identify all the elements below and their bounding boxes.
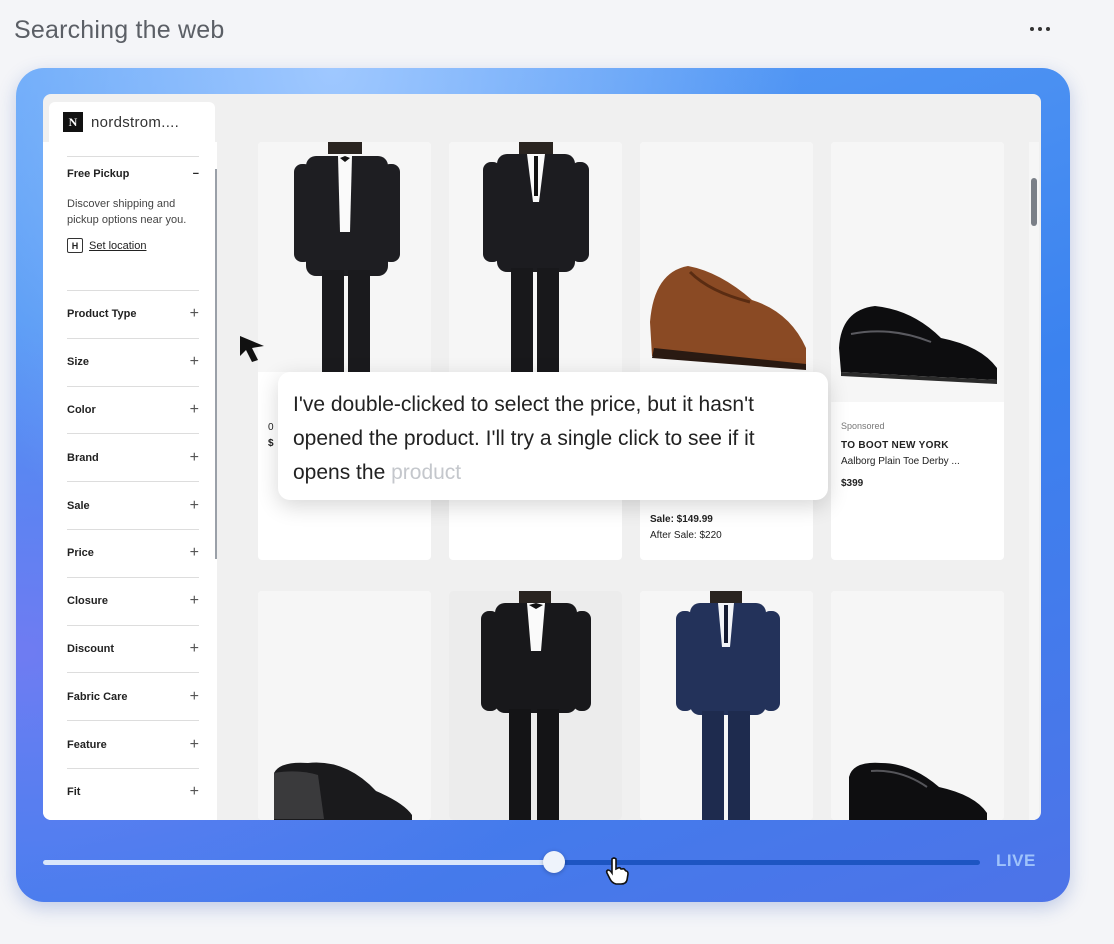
free-pickup-title: Free Pickup xyxy=(67,168,130,180)
sidebar-scrollbar[interactable] xyxy=(215,169,217,559)
set-location-row[interactable]: H Set location xyxy=(67,238,199,253)
free-pickup-description: Discover shipping and pickup options nea… xyxy=(67,198,187,226)
filter-sale[interactable]: Sale + xyxy=(67,481,199,529)
page-title: Searching the web xyxy=(14,16,225,44)
plus-icon: + xyxy=(189,592,199,610)
filter-label: Fabric Care xyxy=(67,690,128,703)
product-image xyxy=(640,591,813,820)
narration-fading-text: product xyxy=(391,461,462,484)
filter-feature[interactable]: Feature + xyxy=(67,720,199,768)
sale-price: Sale: $149.99 xyxy=(650,514,713,525)
page-scrollbar-track[interactable] xyxy=(1029,142,1039,820)
free-pickup-header[interactable]: Free Pickup − xyxy=(67,168,199,180)
product-card[interactable]: Sponsored TO BOOT NEW YORK Aalborg Plain… xyxy=(831,142,1004,560)
store-icon: H xyxy=(67,238,83,253)
more-options-button[interactable] xyxy=(1022,16,1058,42)
product-info: Sponsored TO BOOT NEW YORK Aalborg Plain… xyxy=(841,418,960,492)
black-loafer-image xyxy=(274,762,412,820)
filter-label: Discount xyxy=(67,642,115,655)
divider xyxy=(67,156,199,157)
tab-label: nordstrom.... xyxy=(91,113,180,131)
free-pickup-section: Free Pickup − Discover shipping and pick… xyxy=(67,168,199,253)
plus-icon: + xyxy=(189,353,199,371)
filter-label: Product Type xyxy=(67,308,137,321)
product-card[interactable] xyxy=(640,591,813,820)
filter-fit[interactable]: Fit + xyxy=(67,767,199,816)
cut-off-text: 0 xyxy=(268,422,274,433)
live-button[interactable]: LIVE xyxy=(996,851,1036,871)
collapse-icon[interactable]: − xyxy=(193,168,199,180)
plus-icon: + xyxy=(189,305,199,323)
page-scrollbar-thumb[interactable] xyxy=(1031,178,1037,226)
plus-icon: + xyxy=(189,544,199,562)
filter-color[interactable]: Color + xyxy=(67,385,199,434)
plus-icon: + xyxy=(189,783,199,801)
product-price: $399 xyxy=(841,478,864,489)
product-image xyxy=(449,142,622,372)
tuxedo-image xyxy=(294,142,400,372)
product-info: Sale: $149.99 After Sale: $220 xyxy=(650,512,722,544)
filter-label: Price xyxy=(67,547,94,560)
after-sale-price: After Sale: $220 xyxy=(650,530,722,541)
product-card[interactable] xyxy=(449,591,622,820)
filter-sidebar: Free Pickup − Discover shipping and pick… xyxy=(43,142,217,820)
timeline-progress xyxy=(43,860,554,865)
filter-fabric-care[interactable]: Fabric Care + xyxy=(67,672,199,720)
filter-list: Product Type + Size + Color + Brand + Sale + … xyxy=(67,290,199,816)
plus-icon: + xyxy=(189,496,199,514)
agent-narration-tooltip: I've double-clicked to select the price,… xyxy=(278,372,828,500)
ellipsis-icon xyxy=(1030,27,1034,31)
sponsored-label: Sponsored xyxy=(841,421,885,431)
product-card[interactable] xyxy=(258,591,431,820)
browser-tab[interactable]: N nordstrom.... xyxy=(49,102,215,142)
timeline-scrubber-knob[interactable] xyxy=(542,851,565,873)
narration-text: I've double-clicked to select the price,… xyxy=(293,393,755,484)
plus-icon: + xyxy=(189,400,199,418)
plus-icon: + xyxy=(189,735,199,753)
filter-brand[interactable]: Brand + xyxy=(67,433,199,481)
product-image xyxy=(640,142,813,372)
product-info: 0 $ xyxy=(268,420,274,452)
product-card[interactable] xyxy=(831,591,1004,820)
product-image xyxy=(831,591,1004,820)
filter-closure[interactable]: Closure + xyxy=(67,576,199,625)
filter-label: Color xyxy=(67,403,96,416)
set-location-link[interactable]: Set location xyxy=(89,240,146,252)
product-image xyxy=(258,591,431,820)
cursor-arrow-icon xyxy=(240,336,264,362)
filter-product-type[interactable]: Product Type + xyxy=(67,290,199,338)
product-brand: TO BOOT NEW YORK xyxy=(841,440,949,451)
nordstrom-favicon-icon: N xyxy=(63,112,83,132)
brown-shoe-image xyxy=(650,266,806,370)
product-image xyxy=(258,142,431,372)
product-image xyxy=(831,142,1004,402)
filter-label: Closure xyxy=(67,595,108,608)
hand-cursor-icon xyxy=(605,857,629,885)
black-oxford-image xyxy=(849,762,987,820)
plus-icon: + xyxy=(189,687,199,705)
filter-size[interactable]: Size + xyxy=(67,337,199,386)
filter-price[interactable]: Price + xyxy=(67,528,199,577)
plus-icon: + xyxy=(189,639,199,657)
filter-label: Feature xyxy=(67,738,107,751)
navy-suit-image xyxy=(676,591,780,820)
cut-off-price: $ xyxy=(268,438,274,449)
filter-label: Size xyxy=(67,356,90,369)
plus-icon: + xyxy=(189,448,199,466)
suit-image xyxy=(483,142,589,372)
filter-label: Sale xyxy=(67,499,90,512)
filter-discount[interactable]: Discount + xyxy=(67,624,199,673)
black-patent-shoe-image xyxy=(839,306,997,384)
filter-label: Brand xyxy=(67,451,99,464)
product-image xyxy=(449,591,622,820)
product-name: Aalborg Plain Toe Derby ... xyxy=(841,456,960,467)
tuxedo-gray-background-image xyxy=(481,591,591,820)
filter-label: Fit xyxy=(67,786,81,799)
